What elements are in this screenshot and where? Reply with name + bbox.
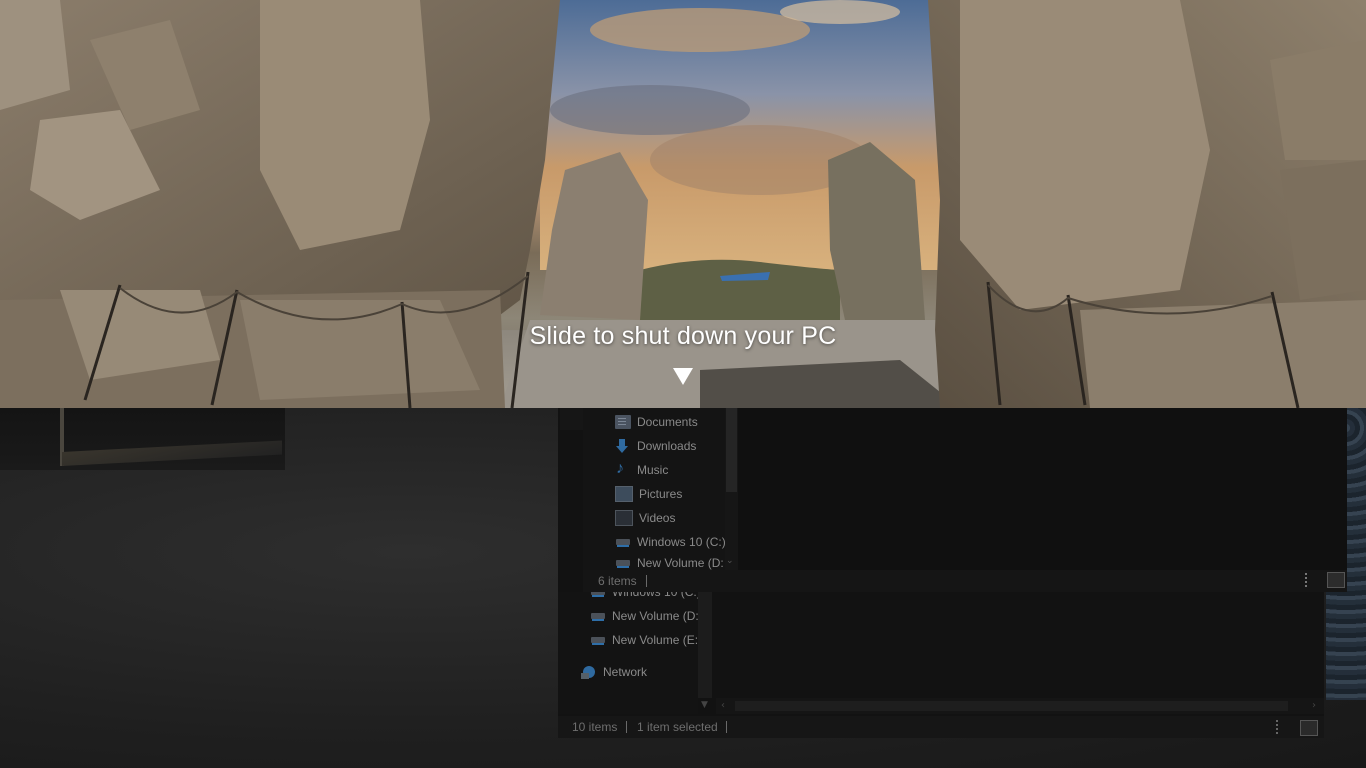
- pictures-icon: [615, 486, 633, 502]
- drive-icon: [615, 535, 631, 549]
- scroll-down-icon[interactable]: ⌄: [726, 556, 734, 566]
- shutdown-message: Slide to shut down your PC: [529, 322, 837, 350]
- large-icons-view-icon[interactable]: [1300, 720, 1318, 736]
- details-view-icon[interactable]: [1305, 573, 1323, 587]
- status-separator: [726, 721, 727, 733]
- network-icon: [581, 665, 597, 679]
- downloads-icon: [615, 439, 631, 453]
- status-separator: [626, 721, 627, 733]
- scroll-down-icon[interactable]: ▼: [701, 700, 708, 710]
- nav-item-videos[interactable]: Videos: [615, 508, 675, 528]
- nav-item-music[interactable]: Music: [615, 460, 668, 480]
- details-view-icon[interactable]: [1276, 720, 1294, 734]
- nav-label: Documents: [637, 415, 698, 429]
- documents-icon: [615, 415, 631, 429]
- nav-item-windows-10-c[interactable]: Windows 10 (C:): [615, 532, 726, 552]
- nav-label: Windows 10 (C:): [637, 535, 726, 549]
- nav-label: Downloads: [637, 439, 697, 453]
- nav-item-new-volume-e[interactable]: New Volume (E:): [590, 630, 702, 650]
- nav-item-new-volume-d[interactable]: New Volume (D:: [590, 606, 699, 626]
- window-edge: [560, 408, 583, 430]
- videos-icon: [615, 510, 633, 526]
- nav-label: Network: [603, 665, 648, 679]
- down-arrow-icon[interactable]: [673, 368, 693, 385]
- large-icons-view-icon[interactable]: [1327, 572, 1345, 588]
- nav-item-downloads[interactable]: Downloads: [615, 436, 696, 456]
- music-icon: [615, 460, 631, 478]
- item-count: 6 items: [598, 574, 637, 588]
- drive-icon: [590, 609, 606, 623]
- nav-item-new-volume-d[interactable]: New Volume (D:: [615, 556, 724, 570]
- shutdown-slide-panel[interactable]: Slide to shut down your PC: [0, 0, 1366, 408]
- item-count: 10 items: [572, 720, 618, 734]
- nav-scroll-thumb[interactable]: [726, 408, 737, 492]
- nav-scrollbar[interactable]: [698, 592, 712, 698]
- nav-label: Videos: [639, 511, 676, 525]
- nav-label: Pictures: [639, 487, 683, 501]
- drive-icon: [615, 556, 631, 570]
- nav-label: New Volume (E:): [612, 633, 703, 647]
- scroll-right-icon[interactable]: ›: [1312, 700, 1316, 711]
- scroll-left-icon[interactable]: ‹: [721, 700, 725, 711]
- drive-icon: [590, 633, 606, 647]
- nav-label: Music: [637, 463, 669, 477]
- selection-count: 1 item selected: [637, 720, 718, 734]
- nav-item-pictures[interactable]: Pictures: [615, 484, 682, 504]
- horizontal-scroll-thumb[interactable]: [735, 701, 1288, 711]
- nav-label: New Volume (D:: [612, 609, 699, 623]
- status-bar: [583, 570, 1347, 592]
- nav-item-network[interactable]: Network: [581, 662, 647, 682]
- nav-label: New Volume (D:: [637, 556, 724, 570]
- nav-item-documents[interactable]: Documents: [615, 412, 698, 432]
- screen: Slide to shut down your PC Windows 10 (C…: [0, 0, 1366, 768]
- status-separator: [646, 575, 647, 587]
